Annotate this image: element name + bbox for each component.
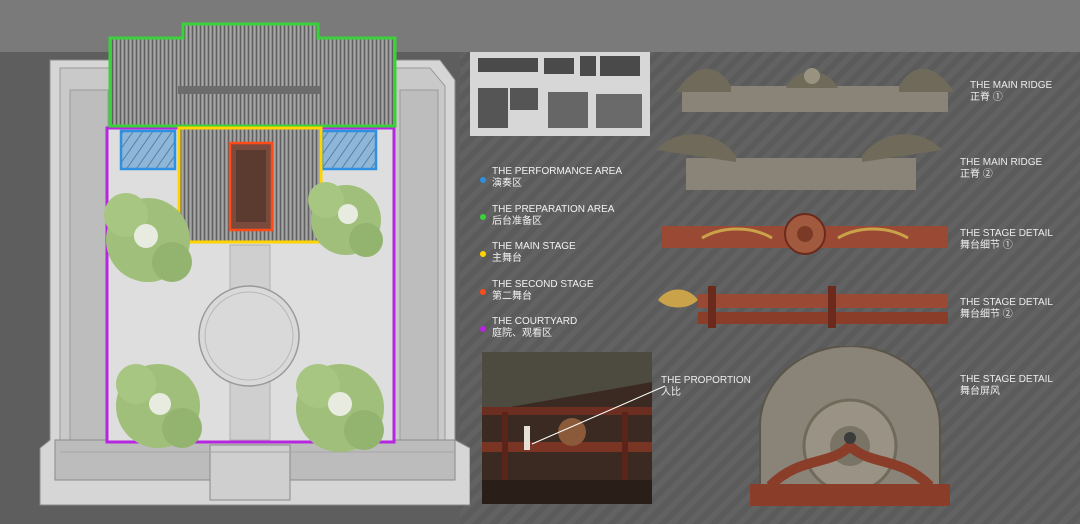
detail-label-en: THE MAIN RIDGE bbox=[960, 157, 1043, 168]
legend-label-zh: 主舞台 bbox=[492, 253, 522, 264]
detail-label-zh: 舞台细节 ① bbox=[960, 240, 1013, 251]
detail-label-en: THE MAIN RIDGE bbox=[970, 80, 1053, 91]
main-ridge-1-image bbox=[676, 68, 954, 112]
legend-dot-preparation bbox=[480, 214, 486, 220]
detail-label-main-ridge-1: THE MAIN RIDGE 正脊 ① bbox=[970, 80, 1052, 104]
detail-label-en: THE STAGE DETAIL bbox=[960, 297, 1053, 308]
detail-label-zh: 舞台细节 ② bbox=[960, 309, 1013, 320]
proportion-label: THE PROPORTION 人比 bbox=[661, 375, 751, 399]
round-courtyard-platform bbox=[198, 285, 300, 387]
legend-item-courtyard: THE COURTYARD 庭院、观看区 bbox=[492, 316, 577, 340]
detail-label-en: THE STAGE DETAIL bbox=[960, 374, 1053, 385]
detail-label-stage-2: THE STAGE DETAIL 舞台细节 ② bbox=[960, 297, 1053, 321]
performance-area-left bbox=[119, 129, 177, 171]
legend-label-en: THE SECOND STAGE bbox=[492, 279, 594, 290]
detail-label-zh: 正脊 ② bbox=[960, 169, 993, 180]
detail-label-zh: 正脊 ① bbox=[970, 92, 1003, 103]
reference-thumbnails bbox=[470, 52, 650, 136]
legend-item-second-stage: THE SECOND STAGE 第二舞台 bbox=[492, 279, 594, 303]
tree-bottom-right bbox=[296, 364, 384, 452]
legend-dot-courtyard bbox=[480, 326, 486, 332]
legend-label-en: THE PERFORMANCE AREA bbox=[492, 166, 623, 177]
detail-label-stage-screen: THE STAGE DETAIL 舞台屏风 bbox=[960, 374, 1053, 398]
detail-label-en: THE STAGE DETAIL bbox=[960, 228, 1053, 239]
detail-label-zh: 舞台屏风 bbox=[960, 386, 1000, 397]
legend-dot-main-stage bbox=[480, 251, 486, 257]
legend-dot-performance bbox=[480, 177, 486, 183]
legend-label-en: THE COURTYARD bbox=[492, 316, 578, 327]
legend-label-zh: 庭院、观看区 bbox=[492, 328, 552, 339]
legend-dot-second-stage bbox=[480, 289, 486, 295]
stage-detail-1-image bbox=[662, 213, 948, 255]
proportion-label-en: THE PROPORTION bbox=[661, 375, 751, 386]
performance-area-right bbox=[320, 129, 378, 171]
main-ridge-2-image bbox=[656, 134, 942, 190]
preparation-area-roof bbox=[108, 22, 397, 128]
legend-label-zh: 后台准备区 bbox=[492, 216, 542, 227]
site-plan bbox=[39, 22, 470, 506]
proportion-label-zh: 人比 bbox=[661, 387, 681, 398]
legend-item-preparation: THE PREPARATION AREA 后台准备区 bbox=[492, 204, 614, 228]
legend-item-main-stage: THE MAIN STAGE 主舞台 bbox=[492, 241, 576, 265]
legend-label-zh: 第二舞台 bbox=[492, 291, 532, 302]
stage-screen-image bbox=[750, 346, 950, 506]
proportion-pointer-line bbox=[531, 385, 666, 445]
legend-item-performance: THE PERFORMANCE AREA 演奏区 bbox=[492, 166, 622, 190]
detail-label-main-ridge-2: THE MAIN RIDGE 正脊 ② bbox=[960, 157, 1042, 181]
detail-label-stage-1: THE STAGE DETAIL 舞台细节 ① bbox=[960, 228, 1053, 252]
legend-label-en: THE PREPARATION AREA bbox=[492, 204, 615, 215]
stage-detail-2-image bbox=[658, 286, 948, 328]
legend-label-zh: 演奏区 bbox=[492, 178, 522, 189]
legend-label-en: THE MAIN STAGE bbox=[492, 241, 576, 252]
